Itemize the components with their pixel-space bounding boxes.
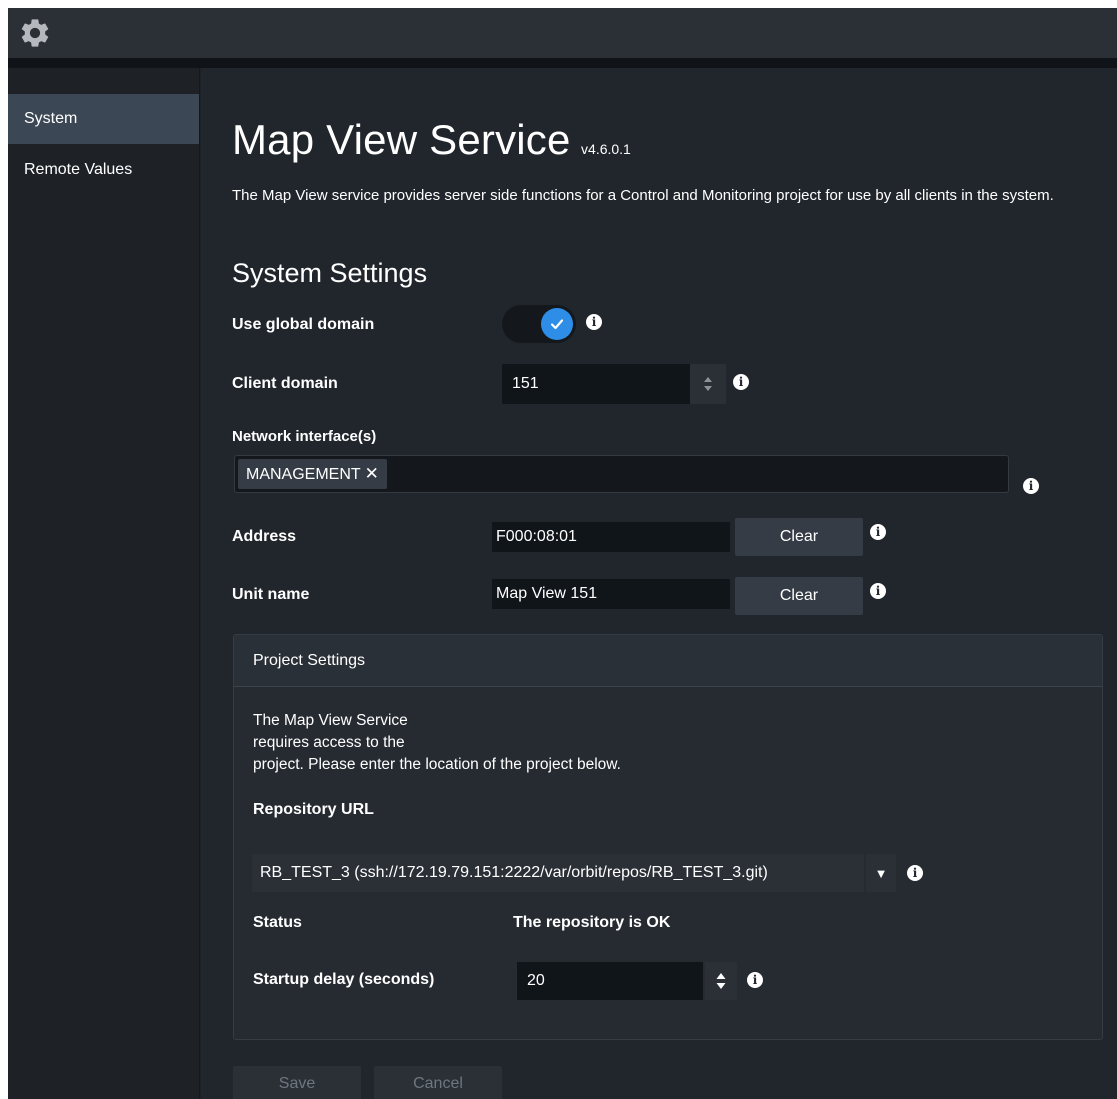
main-content: Map View Service v4.6.0.1 The Map View s… (201, 68, 1117, 1099)
startup-delay-input[interactable]: 20 (517, 962, 703, 1000)
unit-name-input[interactable]: Map View 151 (492, 579, 730, 609)
network-interfaces-input[interactable]: MANAGEMENT ✕ (234, 455, 1009, 493)
network-interface-tag: MANAGEMENT ✕ (238, 459, 387, 489)
version-label: v4.6.0.1 (581, 141, 631, 157)
cancel-button[interactable]: Cancel (374, 1066, 502, 1099)
use-global-domain-label: Use global domain (232, 316, 375, 333)
unit-name-label: Unit name (232, 586, 310, 603)
save-button[interactable]: Save (233, 1066, 361, 1099)
repository-url-label: Repository URL (253, 801, 374, 818)
sidebar-item-remote-values[interactable]: Remote Values (8, 144, 199, 196)
tag-label: MANAGEMENT (246, 466, 361, 483)
client-domain-stepper[interactable] (690, 364, 726, 404)
unit-name-clear-button[interactable]: Clear (735, 577, 863, 615)
info-icon[interactable]: i (747, 972, 763, 988)
page-title: Map View Service (232, 116, 571, 163)
repository-url-select[interactable]: RB_TEST_3 (ssh://172.19.79.151:2222/var/… (252, 854, 864, 892)
spinner-arrows-icon (716, 973, 726, 989)
address-clear-button[interactable]: Clear (735, 518, 863, 556)
top-bar (8, 8, 1117, 58)
close-icon[interactable]: ✕ (365, 464, 379, 483)
client-domain-label: Client domain (232, 375, 338, 392)
project-settings-heading: Project Settings (234, 635, 1102, 687)
unit-name-value: Map View 151 (496, 585, 598, 602)
address-value: F000:08:01 (496, 528, 577, 545)
gear-icon[interactable] (18, 16, 52, 50)
address-input[interactable]: F000:08:01 (492, 522, 730, 552)
project-settings-panel: Project Settings The Map View Service re… (233, 634, 1103, 1040)
repository-url-value: RB_TEST_3 (ssh://172.19.79.151:2222/var/… (260, 864, 768, 881)
startup-delay-stepper[interactable] (705, 962, 737, 1000)
project-settings-description: The Map View Service requires access to … (253, 710, 621, 776)
client-domain-value: 151 (512, 375, 539, 392)
spinner-arrows-icon (704, 377, 712, 391)
client-domain-input[interactable]: 151 (502, 364, 690, 404)
info-icon[interactable]: i (733, 374, 749, 390)
network-interfaces-label: Network interface(s) (232, 428, 377, 445)
sidebar-item-system[interactable]: System (8, 94, 199, 144)
status-value: The repository is OK (513, 914, 671, 931)
description-line: project. Please enter the location of th… (253, 756, 621, 773)
page-title-row: Map View Service v4.6.0.1 (232, 116, 631, 164)
top-bar-separator (8, 58, 1117, 68)
description-line: requires access to the (253, 734, 405, 751)
info-icon[interactable]: i (1023, 478, 1039, 494)
sidebar: System Remote Values (8, 68, 200, 1099)
address-label: Address (232, 528, 297, 545)
info-icon[interactable]: i (870, 583, 886, 599)
status-label: Status (253, 914, 302, 931)
info-icon[interactable]: i (586, 314, 602, 330)
caret-down-icon[interactable]: ▼ (866, 854, 896, 892)
page-description: The Map View service provides server sid… (232, 187, 1054, 204)
check-icon (541, 308, 573, 340)
system-settings-heading: System Settings (232, 258, 428, 288)
use-global-domain-toggle[interactable] (502, 305, 576, 343)
description-line: The Map View Service (253, 712, 408, 729)
info-icon[interactable]: i (907, 865, 923, 881)
app-window: System Remote Values Map View Service v4… (8, 8, 1117, 1099)
startup-delay-label: Startup delay (seconds) (253, 971, 435, 988)
startup-delay-value: 20 (527, 972, 545, 989)
info-icon[interactable]: i (870, 524, 886, 540)
